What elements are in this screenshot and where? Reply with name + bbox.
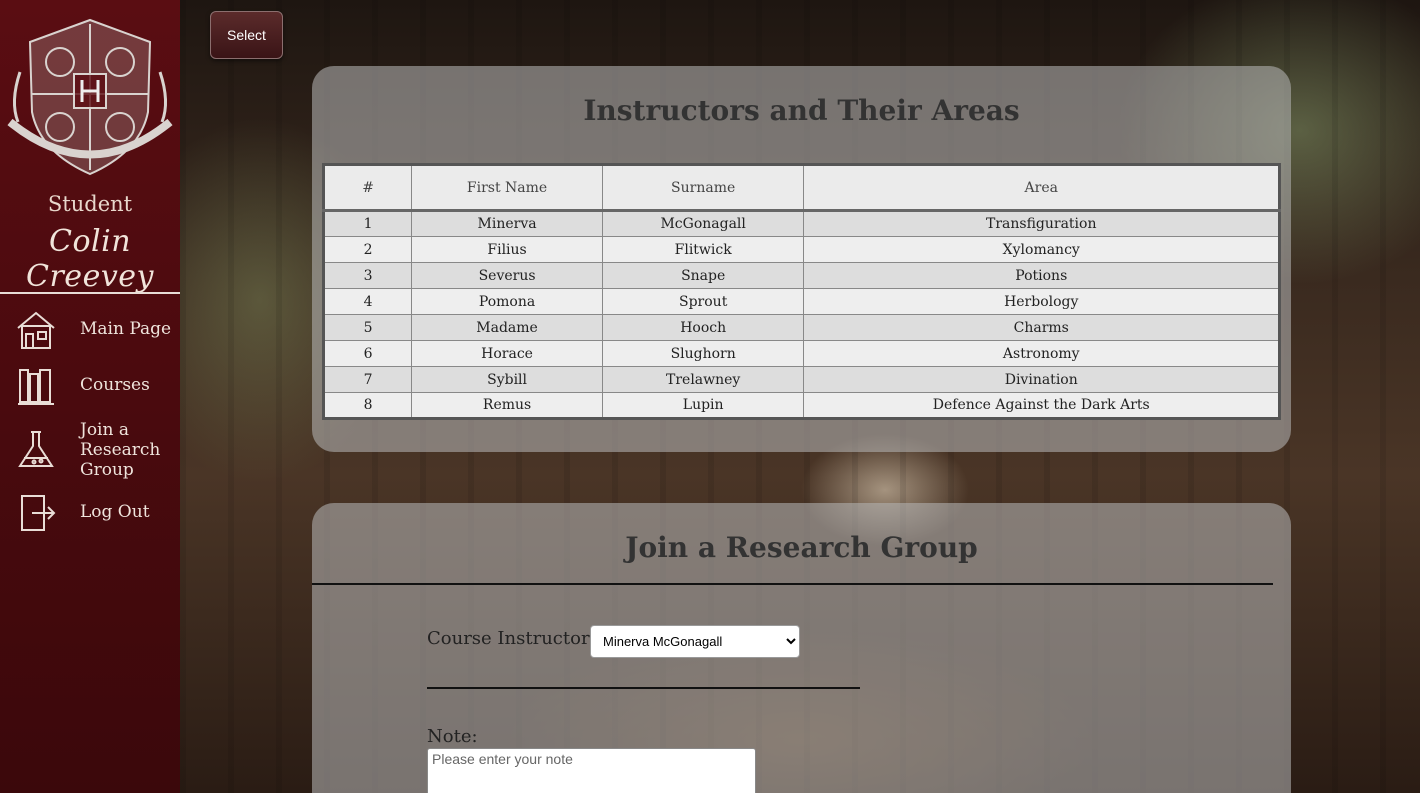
field-divider	[427, 687, 860, 689]
table-cell: Severus	[411, 262, 603, 289]
sidebar-item-log-out[interactable]: Log Out	[0, 491, 180, 535]
select-button[interactable]: Select	[210, 11, 283, 59]
table-cell: Filius	[411, 236, 603, 263]
table-row: 2 Filius Flitwick Xylomancy	[322, 236, 1280, 263]
table-cell: 2	[322, 236, 413, 263]
table-cell: 6	[322, 340, 413, 367]
table-cell: Herbology	[803, 288, 1280, 315]
table-row: 4 Pomona Sprout Herbology	[322, 288, 1280, 315]
sidebar: Student Colin Creevey Main Page Courses	[0, 0, 180, 793]
table-cell: Pomona	[411, 288, 603, 315]
course-instructor-select[interactable]: Minerva McGonagall	[590, 625, 800, 658]
table-row: 5 Madame Hooch Charms	[322, 314, 1280, 341]
table-cell: Snape	[601, 262, 805, 289]
sidebar-item-join-research-group[interactable]: Join a Research Group	[0, 420, 180, 480]
research-title-divider	[312, 583, 1273, 585]
table-row: 7 Sybill Trelawney Divination	[322, 366, 1280, 393]
table-cell: Astronomy	[803, 340, 1280, 367]
table-cell: Slughorn	[601, 340, 805, 367]
table-cell: Defence Against the Dark Arts	[803, 392, 1280, 419]
table-cell: Sprout	[601, 288, 805, 315]
table-cell: Minerva	[411, 210, 603, 237]
table-cell: Hooch	[601, 314, 805, 341]
hogwarts-crest-logo	[7, 18, 173, 176]
sidebar-item-courses[interactable]: Courses	[0, 364, 180, 408]
sidebar-item-label: Main Page	[80, 319, 172, 339]
note-textarea[interactable]	[427, 748, 756, 793]
column-header: First Name	[411, 164, 603, 212]
sidebar-item-label: Log Out	[80, 502, 150, 522]
user-role: Student	[47, 192, 133, 216]
column-header: Surname	[601, 164, 805, 212]
research-group-panel: Join a Research Group Course Instructor:…	[312, 503, 1291, 793]
instructors-title: Instructors and Their Areas	[583, 94, 1020, 127]
flask-icon	[18, 431, 54, 467]
table-cell: 8	[322, 392, 413, 419]
table-cell: Lupin	[601, 392, 805, 419]
table-row: 3 Severus Snape Potions	[322, 262, 1280, 289]
research-title: Join a Research Group	[625, 531, 978, 564]
table-row: 8 Remus Lupin Defence Against the Dark Arts	[322, 392, 1280, 419]
table-cell: Trelawney	[601, 366, 805, 393]
table-cell: Charms	[803, 314, 1280, 341]
table-cell: Horace	[411, 340, 603, 367]
books-icon	[18, 369, 54, 405]
column-header: #	[322, 164, 413, 212]
note-label: Note:	[427, 726, 478, 747]
sidebar-item-label: Join a Research Group	[80, 420, 161, 480]
table-cell: McGonagall	[601, 210, 805, 237]
instructors-panel: Instructors and Their Areas # First Name…	[312, 66, 1291, 452]
house-icon	[17, 311, 55, 349]
table-cell: 4	[322, 288, 413, 315]
table-cell: 1	[322, 210, 413, 237]
logout-icon	[21, 495, 56, 531]
table-cell: Madame	[411, 314, 603, 341]
course-instructor-label: Course Instructor:	[427, 628, 596, 649]
student-name: Colin Creevey	[26, 224, 154, 294]
table-cell: Divination	[803, 366, 1280, 393]
table-cell: 5	[322, 314, 413, 341]
table-cell: Flitwick	[601, 236, 805, 263]
table-cell: Remus	[411, 392, 603, 419]
table-header-row: # First Name Surname Area	[322, 164, 1280, 212]
column-header: Area	[803, 164, 1280, 212]
table-cell: Sybill	[411, 366, 603, 393]
sidebar-item-main-page[interactable]: Main Page	[0, 308, 180, 352]
sidebar-item-label: Courses	[80, 375, 150, 395]
table-row: 6 Horace Slughorn Astronomy	[322, 340, 1280, 367]
sidebar-divider	[0, 292, 180, 294]
table-cell: Transfiguration	[803, 210, 1280, 237]
table-row: 1 Minerva McGonagall Transfiguration	[322, 210, 1280, 237]
table-cell: 3	[322, 262, 413, 289]
table-cell: 7	[322, 366, 413, 393]
table-cell: Potions	[803, 262, 1280, 289]
instructors-table: # First Name Surname Area 1 Minerva McGona…	[322, 163, 1281, 420]
table-cell: Xylomancy	[803, 236, 1280, 263]
